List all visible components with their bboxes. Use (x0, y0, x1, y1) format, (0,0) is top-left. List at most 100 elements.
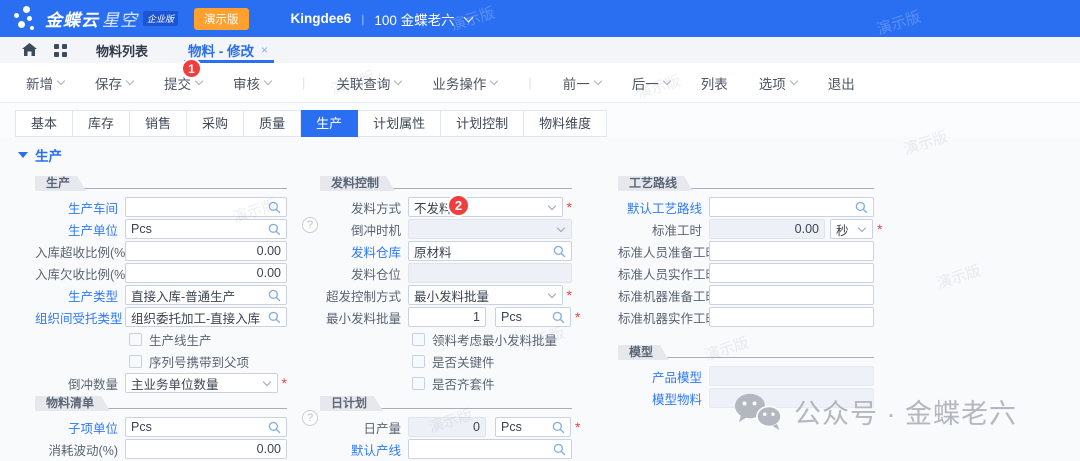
form-tab-5[interactable]: 生产 (301, 110, 358, 137)
lookup-input[interactable]: Pcs (125, 219, 287, 239)
username: Kingdee6 (291, 11, 352, 26)
form-field-row: 生产线生产 (35, 328, 287, 350)
form-field-row: 领料考虑最小发料批量 (320, 328, 572, 350)
form-tab-7[interactable]: 计划控制 (441, 110, 524, 137)
field-label: 入库欠收比例(%) (35, 264, 125, 283)
required-star: * (567, 202, 572, 212)
form-tab-0[interactable]: 基本 (15, 110, 73, 137)
field-control (709, 366, 874, 386)
toolbar-button-1[interactable]: 保存 (95, 73, 133, 93)
field-value: 不发料 (414, 198, 545, 217)
field-label: 最小发料批量 (320, 308, 408, 327)
checkbox[interactable] (412, 377, 425, 390)
form-tab-6[interactable]: 计划属性 (358, 110, 441, 137)
select-input[interactable]: 主业务单位数量 (125, 373, 278, 393)
edition-badge: 企业版 (143, 11, 178, 26)
chevron-down-icon (264, 77, 272, 85)
group-header: 工艺路线 (618, 174, 874, 189)
group-header-label: 模型 (618, 345, 669, 360)
toolbar-separator: | (528, 75, 531, 90)
toolbar-button-0[interactable]: 新增 (26, 73, 64, 93)
checkbox[interactable] (129, 333, 142, 346)
form-field-row: 标准机器准备工时 (618, 284, 874, 306)
lookup-input[interactable]: 直接入库-普通生产 (125, 285, 287, 305)
lookup-input[interactable]: 组织委托加工-直接入库 (125, 307, 287, 327)
toolbar-button-6[interactable]: 业务操作 (432, 73, 497, 93)
chevron-down-icon (394, 77, 402, 85)
brand-name-sub: 星空 (102, 6, 138, 31)
form-tab-3[interactable]: 采购 (187, 110, 244, 137)
lookup-input[interactable] (709, 197, 874, 217)
form-field-row: 日产量0Pcs* (320, 416, 572, 438)
field-label: 默认工艺路线 (618, 198, 709, 217)
field-control: 原材料 (408, 241, 572, 261)
text-input[interactable] (709, 285, 874, 305)
menu-grid-icon[interactable] (54, 44, 67, 57)
tab-material-edit[interactable]: 物料 - 修改 × (186, 37, 274, 63)
number-input[interactable]: 0.00 (125, 439, 287, 459)
toolbar-button-5[interactable]: 关联查询 (336, 73, 401, 93)
form-field-row: 产品模型 (618, 365, 874, 387)
field-label: 日产量 (320, 418, 408, 437)
lookup-input[interactable] (125, 197, 287, 217)
field-label: 消耗波动(%) (35, 440, 125, 459)
checkbox-label: 领料考虑最小发料批量 (432, 330, 557, 349)
topbar-divider: | (361, 12, 364, 26)
field-control: 1Pcs* (408, 307, 580, 327)
lookup-input[interactable]: 原材料 (408, 241, 572, 261)
checkbox-label: 是否关键件 (432, 352, 495, 371)
field-control: 0.00 (125, 439, 287, 459)
unit-select[interactable]: 秒 (830, 219, 873, 239)
form-field-row: 是否齐套件 (320, 372, 572, 394)
form-tab-4[interactable]: 质量 (244, 110, 301, 137)
help-icon[interactable]: ? (302, 410, 318, 426)
close-icon[interactable]: × (261, 43, 268, 57)
toolbar-button-12[interactable]: 退出 (828, 73, 855, 93)
toolbar-button-10[interactable]: 列表 (701, 73, 728, 93)
field-control: 0Pcs* (408, 417, 580, 437)
field-control (408, 219, 572, 239)
tab-material-list[interactable]: 物料列表 (96, 41, 148, 60)
help-icon[interactable]: ? (302, 217, 318, 233)
magnifier-icon (552, 311, 565, 324)
form-tab-2[interactable]: 销售 (130, 110, 187, 137)
text-input[interactable] (709, 241, 874, 261)
chevron-down-icon[interactable] (463, 12, 473, 22)
unit-lookup-input[interactable]: Pcs (495, 307, 571, 327)
number-input[interactable]: 0.00 (125, 241, 287, 261)
form-tab-8[interactable]: 物料维度 (524, 110, 607, 137)
text-input[interactable] (709, 263, 874, 283)
chevron-down-icon (547, 202, 555, 210)
field-label: 生产车间 (35, 198, 125, 217)
checkbox[interactable] (412, 333, 425, 346)
field-value: 0.00 (131, 244, 281, 258)
kingdee-logo-icon (14, 6, 38, 32)
number-input[interactable]: 0.00 (125, 263, 287, 283)
text-input[interactable] (709, 307, 874, 327)
brand-name: 金蝶云 (45, 6, 99, 31)
lookup-input[interactable] (408, 439, 572, 459)
wechat-watermark-text: 公众号 · 金蝶老六 (794, 392, 1017, 431)
form-tab-1[interactable]: 库存 (73, 110, 130, 137)
field-label: 产品模型 (618, 367, 709, 386)
unit-lookup-input[interactable]: Pcs (495, 417, 571, 437)
form-field-row: 最小发料批量1Pcs* (320, 306, 572, 328)
checkbox[interactable] (412, 355, 425, 368)
lookup-input[interactable]: Pcs (125, 417, 287, 437)
select-input[interactable]: 最小发料批量 (408, 285, 563, 305)
checkbox[interactable] (129, 355, 142, 368)
quantity-input[interactable]: 0 (408, 417, 486, 437)
section-header-production[interactable]: 生产 (18, 145, 1080, 165)
field-control (709, 307, 874, 327)
home-icon[interactable] (22, 43, 37, 57)
toolbar-button-9[interactable]: 后一 (632, 73, 670, 93)
select-input[interactable]: 不发料 (408, 197, 563, 217)
toolbar-button-8[interactable]: 前一 (563, 73, 601, 93)
quantity-input[interactable]: 1 (408, 307, 486, 327)
form-field-row: 默认工艺路线 (618, 196, 874, 218)
form-tab-strip: 基本库存销售采购质量生产计划属性计划控制物料维度 (0, 103, 1080, 137)
required-star: * (877, 224, 882, 234)
form-field-row: 倒冲时机 (320, 218, 572, 240)
toolbar-button-11[interactable]: 选项 (759, 73, 797, 93)
toolbar-button-3[interactable]: 审核 (233, 73, 271, 93)
